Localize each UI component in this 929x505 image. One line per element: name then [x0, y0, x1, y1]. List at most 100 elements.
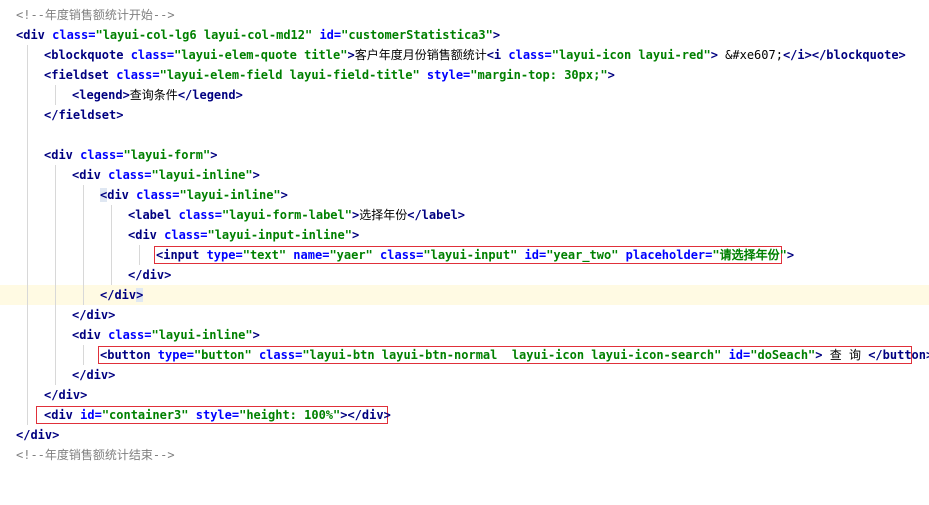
- code-line-14: </div>: [0, 265, 929, 285]
- tag-div-end: </div>: [16, 428, 60, 442]
- value-class: "layui-elem-quote title": [174, 48, 348, 62]
- indent-guide: [55, 345, 56, 365]
- indent-guide: [27, 305, 28, 325]
- tag-div-end: </div>: [72, 308, 116, 322]
- indent-guide: [55, 305, 56, 325]
- indent-guide: [27, 85, 28, 105]
- value-id: "year_two": [546, 248, 619, 262]
- tag-legend-open: <legend>: [72, 88, 130, 102]
- indent-guide: [27, 325, 28, 345]
- code-line-9: <div class="layui-inline">: [0, 165, 929, 185]
- indent-guide: [111, 205, 112, 225]
- attr-class: class=: [72, 148, 124, 162]
- attr-class: class=: [123, 48, 175, 62]
- tag-div-end: </div: [100, 288, 137, 302]
- indent-guide: [83, 245, 84, 265]
- attr-style: style=: [188, 408, 240, 422]
- code-line-20: </div>: [0, 385, 929, 405]
- value-class: "layui-col-lg6 layui-col-md12": [95, 28, 313, 42]
- tag-close-and-end: ></div>: [340, 408, 391, 422]
- indent-guide: [55, 265, 56, 285]
- attr-class: class=: [372, 248, 424, 262]
- code-line-6: </fieldset>: [0, 105, 929, 125]
- indent-guide: [27, 65, 28, 85]
- button-text: 查 询: [822, 348, 869, 362]
- indent-guide: [27, 145, 28, 165]
- legend-text: 查询条件: [129, 88, 178, 102]
- tag-close: >: [252, 168, 260, 182]
- indent-guide: [27, 345, 28, 365]
- indent-guide: [111, 225, 112, 245]
- tag-div-name: div: [107, 188, 129, 202]
- indent-guide: [55, 185, 56, 205]
- tag-blockquote-open: <blockquote: [44, 48, 124, 62]
- value-class: "layui-form-label": [221, 208, 352, 222]
- code-line-2: <div class="layui-col-lg6 layui-col-md12…: [0, 25, 929, 45]
- attr-id: id=: [721, 348, 751, 362]
- indent-guide: [83, 285, 84, 305]
- code-line-15-current[interactable]: </div>: [0, 285, 929, 305]
- tag-blockquote-end: </blockquote>: [811, 48, 906, 62]
- indent-guide: [111, 265, 112, 285]
- tag-fieldset-end: </fieldset>: [44, 108, 124, 122]
- value-class: "layui-icon layui-red": [551, 48, 711, 62]
- code-editor[interactable]: <!--年度销售额统计开始--> <div class="layui-col-l…: [0, 0, 929, 470]
- value-class: "layui-form": [123, 148, 211, 162]
- value-class: "layui-inline": [151, 328, 253, 342]
- code-line-23: <!--年度销售额统计结束-->: [0, 445, 929, 465]
- indent-guide: [83, 225, 84, 245]
- indent-guide: [55, 85, 56, 105]
- code-line-11: <label class="layui-form-label">选择年份</la…: [0, 205, 929, 225]
- tag-close: >: [492, 28, 501, 42]
- code-line-7: [0, 125, 929, 145]
- code-line-19: </div>: [0, 365, 929, 385]
- attr-class: class=: [100, 168, 152, 182]
- value-class: "layui-btn layui-btn-normal layui-icon l…: [302, 348, 722, 362]
- tag-div-open: <div: [72, 328, 101, 342]
- attr-id: id=: [312, 28, 342, 42]
- value-placeholder: "请选择年份": [712, 248, 787, 262]
- tag-div-end: </div>: [44, 388, 88, 402]
- tag-button-open: <button: [100, 348, 151, 362]
- indent-guide: [27, 165, 28, 185]
- indent-guide: [55, 285, 56, 305]
- code-line-4: <fieldset class="layui-elem-field layui-…: [0, 65, 929, 85]
- attr-type: type=: [150, 348, 194, 362]
- code-line-18: <button type="button" class="layui-btn l…: [0, 345, 929, 365]
- indent-guide: [55, 365, 56, 385]
- code-line-17: <div class="layui-inline">: [0, 325, 929, 345]
- label-text: 选择年份: [359, 208, 408, 222]
- attr-class: class=: [501, 48, 552, 62]
- value-type: "button": [193, 348, 252, 362]
- indent-guide: [27, 385, 28, 405]
- attr-class: class=: [109, 68, 160, 82]
- indent-guide: [55, 165, 56, 185]
- tag-close: >: [607, 68, 615, 82]
- indent-guide: [139, 245, 140, 265]
- code-line-8: <div class="layui-form">: [0, 145, 929, 165]
- value-id: "customerStatistica3": [341, 28, 493, 42]
- code-line-16: </div>: [0, 305, 929, 325]
- tag-close: >: [351, 228, 360, 242]
- code-line-3: <blockquote class="layui-elem-quote titl…: [0, 45, 929, 65]
- value-class: "layui-inline": [151, 168, 253, 182]
- code-line-12: <div class="layui-input-inline">: [0, 225, 929, 245]
- value-class: "layui-elem-field layui-field-title": [159, 68, 420, 82]
- code-line-10: <div class="layui-inline">: [0, 185, 929, 205]
- indent-guide: [27, 125, 28, 145]
- tag-input-open: <input: [156, 248, 200, 262]
- blockquote-text: 客户年度月份销售额统计: [354, 48, 487, 62]
- value-type: "text": [242, 248, 287, 262]
- icon-entity: &#xe607;: [717, 48, 783, 62]
- value-class: "layui-input-inline": [207, 228, 352, 242]
- bracket-match: >: [136, 288, 144, 302]
- indent-guide: [27, 245, 28, 265]
- tag-label-open: <label: [128, 208, 172, 222]
- indent-guide: [27, 225, 28, 245]
- tag-close: >: [710, 48, 718, 62]
- value-id: "container3": [101, 408, 189, 422]
- tag-div-open: <div: [16, 28, 45, 42]
- tag-i-open: <i: [486, 48, 502, 62]
- tag-div-open: <div: [128, 228, 157, 242]
- attr-class: class=: [44, 28, 96, 42]
